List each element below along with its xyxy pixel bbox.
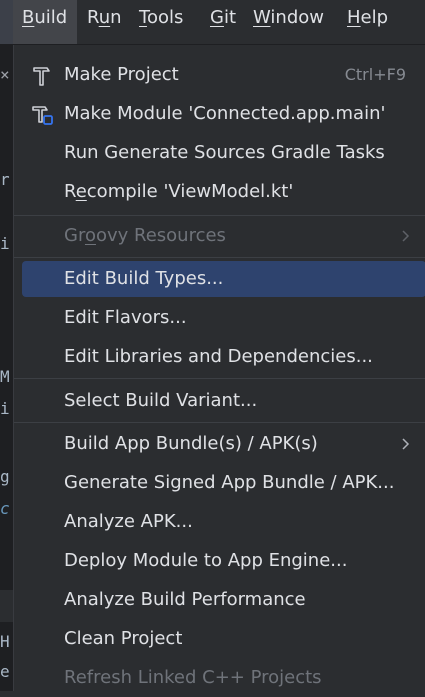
editor-glyph: M — [0, 367, 10, 386]
menu-separator — [14, 378, 425, 379]
menu-item-label: Edit Flavors... — [64, 307, 187, 328]
menu-item-make-module[interactable]: Make Module 'Connected.app.main' — [14, 95, 425, 133]
menu-item-label: Clean Project — [64, 628, 183, 649]
menu-bar: Build Run Tools Git Window Help — [0, 0, 425, 45]
menu-window[interactable]: Window — [253, 0, 324, 44]
chevron-right-icon — [402, 230, 410, 242]
editor-glyph: H — [0, 632, 10, 651]
menu-git[interactable]: Git — [210, 0, 236, 44]
menu-tools[interactable]: Tools — [139, 0, 183, 44]
menu-item-label: Build App Bundle(s) / APK(s) — [64, 433, 318, 454]
editor-glyph: r — [0, 170, 10, 189]
menu-item-select-build-variant[interactable]: Select Build Variant... — [14, 382, 425, 420]
editor-glyph: g — [0, 467, 10, 486]
menu-item-label: Deploy Module to App Engine... — [64, 550, 348, 571]
menu-item-edit-libraries[interactable]: Edit Libraries and Dependencies... — [14, 338, 425, 376]
menu-run[interactable]: Run — [87, 0, 122, 44]
menu-item-generate-signed[interactable]: Generate Signed App Bundle / APK... — [14, 464, 425, 502]
menu-separator — [14, 257, 425, 258]
shortcut-label: Ctrl+F9 — [344, 65, 406, 84]
menu-item-build-app-bundle[interactable]: Build App Bundle(s) / APK(s) — [14, 425, 425, 463]
menu-item-label: Edit Libraries and Dependencies... — [64, 346, 373, 367]
menu-item-groovy-resources: Groovy Resources — [14, 217, 425, 255]
menu-item-label: Edit Build Types... — [64, 268, 224, 289]
editor-background: × r i M i g c H e — [0, 45, 13, 691]
menu-item-clean-project[interactable]: Clean Project — [14, 620, 425, 658]
menu-item-label: Select Build Variant... — [64, 390, 258, 411]
editor-tab-close[interactable]: × — [0, 65, 13, 84]
menu-item-label: Groovy Resources — [64, 225, 226, 246]
hammer-module-icon — [32, 106, 53, 125]
menu-item-label: Refresh Linked C++ Projects — [64, 667, 322, 688]
menu-item-deploy-module[interactable]: Deploy Module to App Engine... — [14, 542, 425, 580]
chevron-right-icon — [402, 438, 410, 450]
editor-glyph: c — [0, 499, 10, 518]
menu-build[interactable]: Build — [13, 0, 77, 44]
menu-item-label: Analyze APK... — [64, 511, 193, 532]
menu-item-edit-build-types[interactable]: Edit Build Types... — [14, 260, 425, 298]
editor-glyph: i — [0, 234, 10, 253]
menu-item-analyze-build-performance[interactable]: Analyze Build Performance — [14, 581, 425, 619]
hammer-icon — [33, 67, 50, 86]
menu-bar-edge — [0, 0, 13, 44]
editor-glyph: i — [0, 399, 10, 418]
menu-separator — [14, 422, 425, 423]
menu-help[interactable]: Help — [347, 0, 388, 44]
editor-line-highlight — [0, 590, 13, 622]
menu-item-edit-flavors[interactable]: Edit Flavors... — [14, 299, 425, 337]
menu-item-label: Generate Signed App Bundle / APK... — [64, 472, 395, 493]
menu-item-analyze-apk[interactable]: Analyze APK... — [14, 503, 425, 541]
menu-item-make-project[interactable]: Make Project Ctrl+F9 — [14, 56, 425, 94]
menu-item-label: Recompile 'ViewModel.kt' — [64, 181, 294, 202]
editor-glyph: e — [0, 662, 10, 681]
menu-item-label: Analyze Build Performance — [64, 589, 306, 610]
menu-item-refresh-linked-cpp: Refresh Linked C++ Projects — [14, 659, 425, 697]
menu-item-label: Make Project — [64, 64, 179, 85]
menu-item-label: Run Generate Sources Gradle Tasks — [64, 142, 385, 163]
menu-separator — [14, 215, 425, 216]
build-menu-dropdown: Make Project Ctrl+F9 Make Module 'Connec… — [13, 45, 425, 691]
menu-item-label: Make Module 'Connected.app.main' — [64, 103, 386, 124]
menu-item-run-generate-sources[interactable]: Run Generate Sources Gradle Tasks — [14, 134, 425, 172]
menu-item-recompile[interactable]: Recompile 'ViewModel.kt' — [14, 173, 425, 211]
